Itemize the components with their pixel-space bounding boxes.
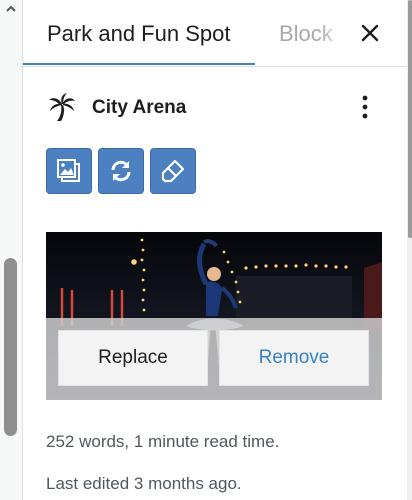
replace-image-button[interactable] bbox=[98, 148, 144, 194]
chevron-up-icon[interactable] bbox=[4, 2, 18, 16]
last-edited-text: Last edited 3 months ago. bbox=[46, 474, 242, 493]
eraser-icon bbox=[161, 159, 185, 183]
editor-left-strip bbox=[0, 0, 23, 500]
tab-fade bbox=[319, 18, 351, 52]
media-library-button[interactable] bbox=[46, 148, 92, 194]
active-tab-indicator bbox=[23, 63, 255, 65]
palm-tree-icon bbox=[49, 93, 75, 121]
clear-image-button[interactable] bbox=[150, 148, 196, 194]
replace-button[interactable]: Replace bbox=[58, 330, 208, 386]
tab-document[interactable]: Park and Fun Spot bbox=[47, 21, 230, 47]
block-card-header: City Arena bbox=[46, 90, 386, 124]
sidebar-tabs: Park and Fun Spot Block bbox=[23, 0, 407, 67]
featured-image-preview[interactable]: Replace Remove bbox=[46, 232, 382, 400]
block-title: City Arena bbox=[92, 97, 187, 118]
media-library-icon bbox=[57, 159, 80, 182]
right-scrollbar-thumb[interactable] bbox=[408, 0, 412, 238]
image-action-overlay: Replace Remove bbox=[46, 318, 382, 400]
close-icon[interactable] bbox=[356, 19, 384, 47]
word-count-text: 252 words, 1 minute read time. bbox=[46, 432, 280, 451]
replace-rotate-icon bbox=[111, 160, 131, 182]
left-scrollbar[interactable] bbox=[4, 258, 17, 436]
vertical-ellipsis-icon[interactable] bbox=[351, 92, 379, 122]
right-scroll-track[interactable] bbox=[407, 0, 412, 500]
remove-button[interactable]: Remove bbox=[219, 330, 369, 386]
